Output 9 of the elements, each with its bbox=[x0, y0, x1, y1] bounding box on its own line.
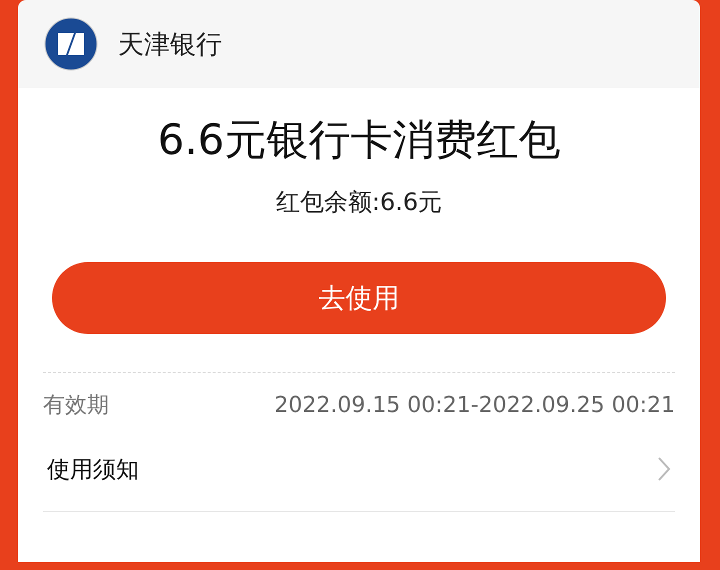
coupon-balance: 红包余额:6.6元 bbox=[276, 187, 442, 218]
bank-logo-icon bbox=[44, 17, 98, 71]
validity-label: 有效期 bbox=[43, 392, 109, 420]
usage-notice-link[interactable]: 使用须知 bbox=[43, 454, 139, 484]
validity-value: 2022.09.15 00:21-2022.09.25 00:21 bbox=[274, 392, 675, 418]
use-button[interactable]: 去使用 bbox=[52, 262, 666, 334]
chevron-right-icon[interactable] bbox=[657, 456, 671, 482]
bank-name: 天津银行 bbox=[118, 28, 222, 62]
coupon-title: 6.6元银行卡消费红包 bbox=[158, 114, 560, 166]
